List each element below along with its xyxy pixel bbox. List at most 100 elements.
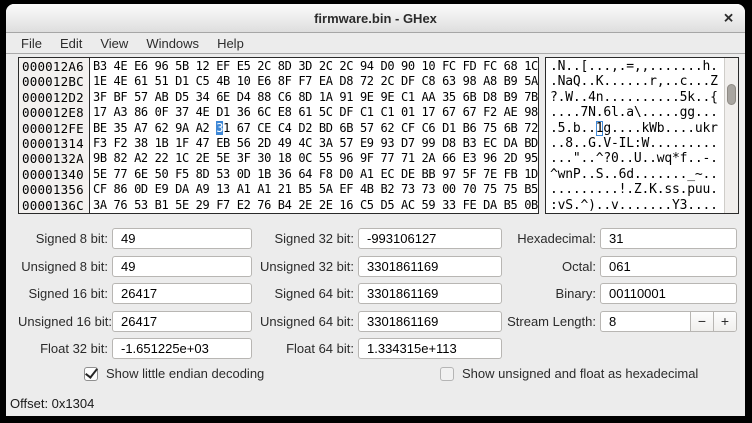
unsigned-64-bit-field[interactable]: 3301861169 — [358, 311, 502, 332]
ascii-row[interactable]: :vS.^)..v.......Y3.... — [550, 198, 724, 213]
little-endian-option[interactable]: Show little endian decoding — [84, 366, 264, 381]
offset-cell: 000012A6 — [22, 59, 89, 74]
offset-cell: 000012FE — [22, 121, 89, 136]
ascii-row[interactable]: ^wnP..S..6d......._~.. — [550, 167, 724, 182]
float-64-bit-value: 1.334315e+113 — [359, 341, 457, 356]
stream-length-increment-button[interactable]: + — [713, 312, 736, 331]
hexadecimal-label: Hexadecimal: — [502, 231, 596, 246]
ascii-panel: .N..[...,.=,,.......h..NaQ..K......r,..c… — [545, 57, 739, 214]
hex-row[interactable]: B3 4E E6 96 5B 12 EF E5 2C 8D 3D 2C 2C 9… — [93, 59, 538, 74]
ascii-row[interactable]: .NaQ..K......r,..c...Z — [550, 74, 724, 89]
little-endian-checkbox[interactable] — [84, 367, 98, 381]
hex-row[interactable]: CF 86 0D E9 DA A9 13 A1 A1 21 B5 5A EF 4… — [93, 182, 538, 197]
unsigned-8-bit-label: Unsigned 8 bit: — [18, 259, 108, 274]
signed-8-bit-field[interactable]: 49 — [112, 228, 252, 249]
vertical-scrollbar[interactable] — [724, 58, 738, 213]
unsigned-32-bit-value: 3301861169 — [359, 259, 438, 274]
window-title: firmware.bin - GHex — [314, 11, 437, 26]
float-32-bit-row: Float 32 bit:-1.651225e+03 — [18, 338, 252, 359]
stream-length-label: Stream Length: — [502, 314, 596, 329]
hex-row[interactable]: 5E 77 6E 50 F5 8D 53 0D 1B 36 64 F8 D0 A… — [93, 167, 538, 182]
hex-row[interactable]: 17 A3 86 0F 37 4E D1 36 6C E8 61 5C DF C… — [93, 105, 538, 120]
status-offset: Offset: 0x1304 — [10, 396, 94, 411]
menubar: FileEditViewWindowsHelp — [6, 33, 745, 54]
hex-panel: 000012A6000012BC000012D2000012E8000012FE… — [18, 57, 539, 214]
converter-column: Signed 8 bit: 49 Unsigned 8 bit: 49 Signed 1… — [18, 228, 252, 359]
ghex-window: firmware.bin - GHex ✕ FileEditViewWindow… — [6, 4, 745, 416]
hex-row[interactable]: F3 F2 38 1B 1F 47 EB 56 2D 49 4C 3A 57 E… — [93, 136, 538, 151]
stream-length-decrement-button[interactable]: − — [690, 312, 713, 331]
hex-row[interactable]: 9B 82 A2 22 1C 2E 5E 3F 30 18 0C 55 96 9… — [93, 151, 538, 166]
unsigned-64-bit-value: 3301861169 — [359, 314, 438, 329]
ascii-row[interactable]: ?.W..4n..........5k..{ — [550, 90, 724, 105]
menu-item-file[interactable]: File — [12, 36, 51, 51]
offset-cell: 000012E8 — [22, 105, 89, 120]
hex-row[interactable]: 1E 4E 61 51 D1 C5 4B 10 E6 8F F7 EA D8 7… — [93, 74, 538, 89]
menu-item-view[interactable]: View — [91, 36, 137, 51]
unsigned-8-bit-value: 49 — [113, 259, 135, 274]
scrollbar-thumb[interactable] — [727, 84, 736, 105]
signed-32-bit-value: -993106127 — [359, 231, 436, 246]
signed-32-bit-row: Signed 32 bit:-993106127 — [258, 228, 502, 249]
float-64-bit-field[interactable]: 1.334315e+113 — [358, 338, 502, 359]
unsigned-64-bit-label: Unsigned 64 bit: — [258, 314, 354, 329]
ascii-row[interactable]: ..8..G.V-IL:W......... — [550, 136, 724, 151]
unsigned-16-bit-label: Unsigned 16 bit: — [18, 314, 108, 329]
signed-64-bit-value: 3301861169 — [359, 286, 438, 301]
hex-cursor[interactable]: 3 — [216, 121, 223, 135]
unsigned-64-bit-row: Unsigned 64 bit: 3301861169 — [258, 311, 502, 332]
unsigned-8-bit-row: Unsigned 8 bit: 49 — [18, 256, 252, 277]
signed-8-bit-value: 49 — [113, 231, 135, 246]
hex-row[interactable]: 3F BF 57 AB D5 34 6E D4 88 C6 8D 1A 91 9… — [93, 90, 538, 105]
octal-field[interactable]: 061 — [600, 256, 737, 277]
binary-field[interactable]: 00110001 — [600, 283, 737, 304]
hexadecimal-value: 31 — [601, 231, 623, 246]
unsigned-32-bit-row: Unsigned 32 bit:3301861169 — [258, 256, 502, 277]
menu-item-edit[interactable]: Edit — [51, 36, 91, 51]
float-64-bit-row: Float 64 bit: 1.334315e+113 — [258, 338, 502, 359]
unsigned-8-bit-field[interactable]: 49 — [112, 256, 252, 277]
float-32-bit-field[interactable]: -1.651225e+03 — [112, 338, 252, 359]
ascii-cursor[interactable]: 1 — [596, 121, 604, 136]
signed-16-bit-field[interactable]: 26417 — [112, 283, 252, 304]
offset-cell: 0000136C — [22, 198, 89, 213]
float-64-bit-label: Float 64 bit: — [258, 341, 354, 356]
offset-cell: 000012D2 — [22, 90, 89, 105]
unsigned-float-hex-label: Show unsigned and float as hexadecimal — [462, 366, 698, 381]
offset-cell: 0000132A — [22, 151, 89, 166]
ascii-row[interactable]: ..."..^?0..U..wq*f..-. — [550, 151, 724, 166]
signed-64-bit-label: Signed 64 bit: — [258, 286, 354, 301]
close-icon[interactable]: ✕ — [723, 12, 734, 25]
binary-label: Binary: — [502, 286, 596, 301]
ascii-row[interactable]: .........!.Z.K.ss.puu. — [550, 182, 724, 197]
binary-row: Binary: 00110001 — [502, 283, 737, 304]
ascii-row[interactable]: .N..[...,.=,,.......h. — [550, 59, 724, 74]
signed-64-bit-field[interactable]: 3301861169 — [358, 283, 502, 304]
hex-byte-area[interactable]: B3 4E E6 96 5B 12 EF E5 2C 8D 3D 2C 2C 9… — [90, 58, 538, 213]
ascii-row[interactable]: .5.b..1g....kWb....ukr — [550, 121, 724, 136]
signed-8-bit-label: Signed 8 bit: — [18, 231, 108, 246]
little-endian-label: Show little endian decoding — [106, 366, 264, 381]
ascii-area[interactable]: .N..[...,.=,,.......h..NaQ..K......r,..c… — [546, 58, 724, 213]
titlebar[interactable]: firmware.bin - GHex ✕ — [6, 4, 745, 33]
signed-64-bit-row: Signed 64 bit: 3301861169 — [258, 283, 502, 304]
unsigned-16-bit-field[interactable]: 26417 — [112, 311, 252, 332]
signed-8-bit-row: Signed 8 bit: 49 — [18, 228, 252, 249]
menu-item-windows[interactable]: Windows — [137, 36, 208, 51]
offset-cell: 00001340 — [22, 167, 89, 182]
hex-row[interactable]: BE 35 A7 62 9A A2 31 67 CE C4 D2 BD 6B 5… — [93, 121, 538, 136]
menu-item-help[interactable]: Help — [208, 36, 253, 51]
unsigned-float-hex-checkbox[interactable] — [440, 367, 454, 381]
signed-16-bit-row: Signed 16 bit:26417 — [18, 283, 252, 304]
offset-cell: 00001314 — [22, 136, 89, 151]
unsigned-16-bit-value: 26417 — [113, 314, 157, 329]
unsigned-32-bit-field[interactable]: 3301861169 — [358, 256, 502, 277]
ascii-row[interactable]: ....7N.6l.a\.....gg... — [550, 105, 724, 120]
hexadecimal-field[interactable]: 31 — [600, 228, 737, 249]
unsigned-float-hex-option[interactable]: Show unsigned and float as hexadecimal — [440, 366, 698, 381]
binary-value: 00110001 — [601, 286, 666, 301]
signed-32-bit-field[interactable]: -993106127 — [358, 228, 502, 249]
hex-row[interactable]: 3A 76 53 B1 5E 29 F7 E2 76 B4 2E 2E 16 C… — [93, 198, 538, 213]
signed-16-bit-value: 26417 — [113, 286, 157, 301]
stream-length-field[interactable]: 8−+ — [600, 311, 737, 332]
